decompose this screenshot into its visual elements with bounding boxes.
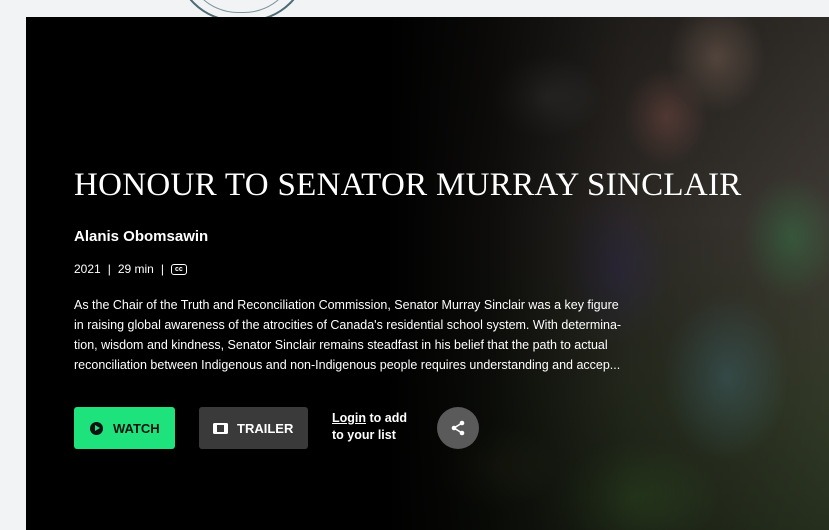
film-icon (213, 422, 228, 434)
film-title: HONOUR TO SENATOR MURRAY SINCLAIR (74, 167, 742, 203)
meta-separator: | (160, 262, 164, 276)
film-year: 2021 (74, 262, 101, 276)
login-link[interactable]: Login (332, 411, 366, 425)
trailer-button[interactable]: TRAILER (199, 407, 308, 449)
film-description: As the Chair of the Truth and Reconcilia… (74, 295, 734, 375)
play-circle-icon (90, 421, 103, 435)
film-hero-banner: HONOUR TO SENATOR MURRAY SINCLAIR Alanis… (26, 17, 829, 530)
share-icon (451, 420, 465, 436)
film-meta: 2021 | 29 min | cc (74, 262, 187, 276)
closed-captions-icon: cc (170, 263, 187, 275)
description-line: As the Chair of the Truth and Reconcilia… (74, 298, 619, 312)
description-line: in raising global awareness of the atroc… (74, 318, 622, 332)
director-name: Alanis Obomsawin (74, 228, 209, 245)
description-line: tion, wisdom and kindness, Senator Sincl… (74, 338, 608, 352)
trailer-label: TRAILER (237, 420, 294, 436)
login-suffix: to add (366, 411, 407, 425)
meta-separator: | (107, 262, 111, 276)
watch-label: WATCH (113, 420, 160, 436)
share-button[interactable] (437, 407, 479, 449)
description-line: reconciliation between Indigenous and no… (74, 358, 621, 372)
film-duration: 29 min (117, 262, 154, 276)
add-to-list-prompt: Login to add to your list (332, 410, 407, 444)
login-line2: to your list (332, 428, 396, 442)
watch-button[interactable]: WATCH (74, 407, 175, 449)
